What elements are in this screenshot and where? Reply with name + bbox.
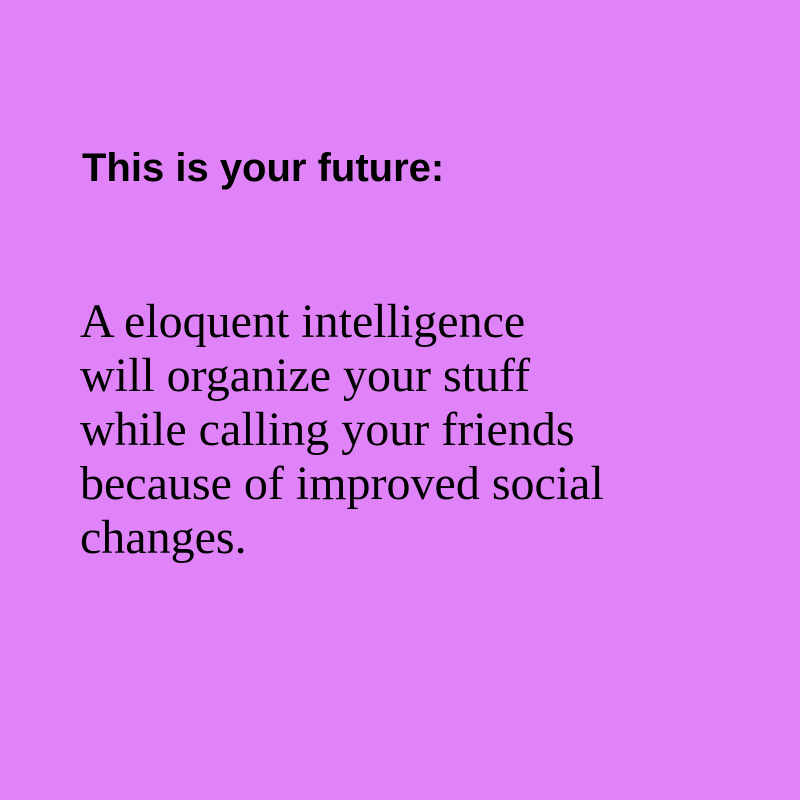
body-line: A eloquent intelligence: [80, 295, 526, 348]
body-paragraph: A eloquent intelligence will organize yo…: [80, 295, 604, 565]
heading: This is your future:: [82, 146, 445, 190]
body-line: will organize your stuff: [80, 349, 531, 402]
poster-canvas: This is your future: A eloquent intellig…: [0, 0, 800, 800]
body-line: while calling your friends: [80, 403, 575, 456]
body-line: changes.: [80, 511, 247, 564]
body-line: because of improved social: [80, 457, 604, 510]
